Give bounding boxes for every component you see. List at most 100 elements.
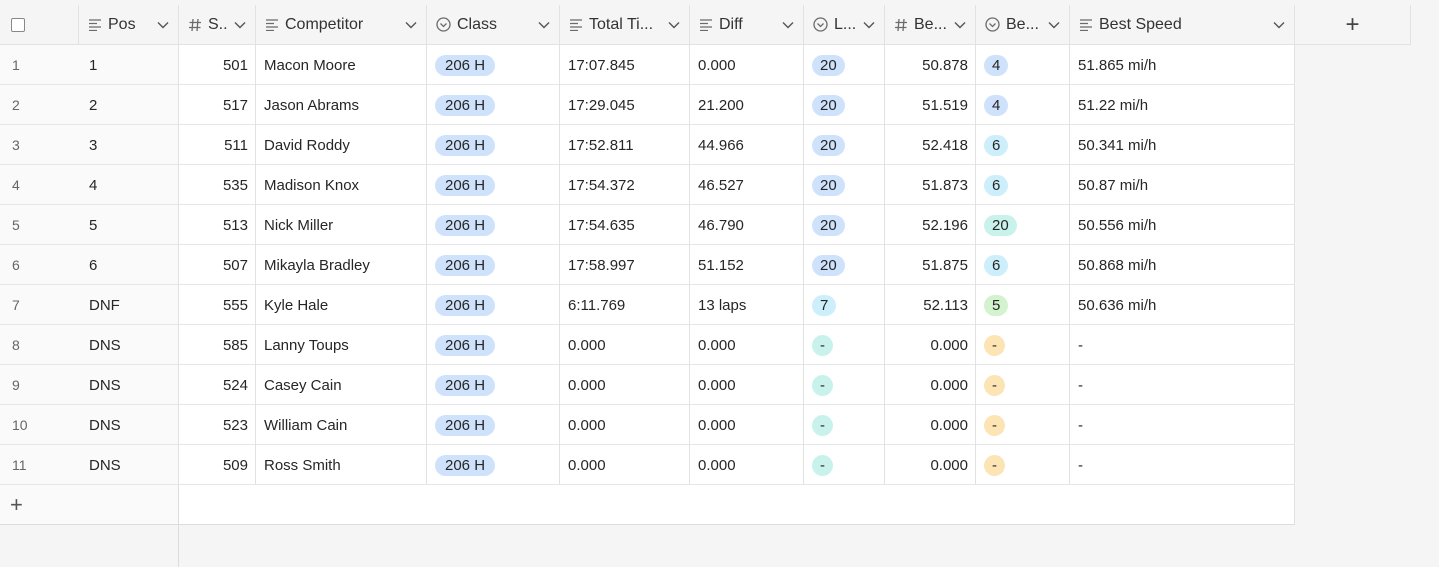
cell-laps[interactable]: 20 xyxy=(804,205,885,245)
cell-class[interactable]: 206 H xyxy=(427,405,560,445)
column-header-total[interactable]: Total Ti... xyxy=(560,5,690,45)
cell-best-lap-number[interactable]: 4 xyxy=(976,45,1070,85)
cell-best-lap[interactable]: 50.878 xyxy=(885,45,976,85)
cell-pos[interactable]: 3 xyxy=(79,125,179,165)
chevron-down-icon[interactable] xyxy=(858,21,880,29)
chevron-down-icon[interactable] xyxy=(152,21,174,29)
cell-best-lap-number[interactable]: 6 xyxy=(976,245,1070,285)
cell-best-speed[interactable]: 50.556 mi/h xyxy=(1070,205,1295,245)
cell-start-number[interactable]: 585 xyxy=(179,325,256,365)
cell-best-lap-number[interactable]: - xyxy=(976,325,1070,365)
cell-total-time[interactable]: 17:58.997 xyxy=(560,245,690,285)
cell-competitor[interactable]: Madison Knox xyxy=(256,165,427,205)
cell-laps[interactable]: 7 xyxy=(804,285,885,325)
chevron-down-icon[interactable] xyxy=(777,21,799,29)
cell-diff[interactable]: 44.966 xyxy=(690,125,804,165)
cell-competitor[interactable]: Nick Miller xyxy=(256,205,427,245)
cell-best-lap-number[interactable]: 6 xyxy=(976,125,1070,165)
cell-pos[interactable]: DNS xyxy=(79,365,179,405)
table-row[interactable]: 2 2 517 Jason Abrams 206 H 17:29.045 21.200 20 5… xyxy=(0,85,1295,125)
cell-start-number[interactable]: 524 xyxy=(179,365,256,405)
cell-laps[interactable]: - xyxy=(804,405,885,445)
cell-competitor[interactable]: Lanny Toups xyxy=(256,325,427,365)
cell-competitor[interactable]: Ross Smith xyxy=(256,445,427,485)
cell-class[interactable]: 206 H xyxy=(427,205,560,245)
cell-best-speed[interactable]: 50.87 mi/h xyxy=(1070,165,1295,205)
cell-laps[interactable]: 20 xyxy=(804,245,885,285)
cell-best-lap[interactable]: 0.000 xyxy=(885,445,976,485)
column-header-bestlapno[interactable]: Be... xyxy=(976,5,1070,45)
select-all-checkbox[interactable] xyxy=(11,17,25,32)
cell-diff[interactable]: 0.000 xyxy=(690,405,804,445)
add-row-button[interactable]: + xyxy=(0,485,179,525)
cell-pos[interactable]: 4 xyxy=(79,165,179,205)
chevron-down-icon[interactable] xyxy=(229,21,251,29)
cell-diff[interactable]: 46.790 xyxy=(690,205,804,245)
cell-total-time[interactable]: 0.000 xyxy=(560,405,690,445)
add-column-button[interactable]: + xyxy=(1295,5,1411,45)
cell-best-speed[interactable]: 50.868 mi/h xyxy=(1070,245,1295,285)
cell-start-number[interactable]: 513 xyxy=(179,205,256,245)
chevron-down-icon[interactable] xyxy=(1268,21,1290,29)
cell-best-lap[interactable]: 0.000 xyxy=(885,405,976,445)
cell-diff[interactable]: 21.200 xyxy=(690,85,804,125)
cell-best-lap-number[interactable]: 20 xyxy=(976,205,1070,245)
chevron-down-icon[interactable] xyxy=(1043,21,1065,29)
column-header-bestlap[interactable]: Be... xyxy=(885,5,976,45)
cell-start-number[interactable]: 555 xyxy=(179,285,256,325)
cell-pos[interactable]: 2 xyxy=(79,85,179,125)
cell-best-speed[interactable]: 50.636 mi/h xyxy=(1070,285,1295,325)
table-row[interactable]: 8 DNS 585 Lanny Toups 206 H 0.000 0.000-0.000-… xyxy=(0,325,1295,365)
cell-class[interactable]: 206 H xyxy=(427,325,560,365)
cell-total-time[interactable]: 17:52.811 xyxy=(560,125,690,165)
chevron-down-icon[interactable] xyxy=(949,21,971,29)
cell-best-speed[interactable]: - xyxy=(1070,405,1295,445)
column-header-class[interactable]: Class xyxy=(427,5,560,45)
cell-pos[interactable]: DNF xyxy=(79,285,179,325)
cell-pos[interactable]: DNS xyxy=(79,445,179,485)
cell-start-number[interactable]: 501 xyxy=(179,45,256,85)
cell-total-time[interactable]: 17:29.045 xyxy=(560,85,690,125)
chevron-down-icon[interactable] xyxy=(400,21,422,29)
cell-laps[interactable]: 20 xyxy=(804,45,885,85)
cell-class[interactable]: 206 H xyxy=(427,445,560,485)
cell-start-number[interactable]: 523 xyxy=(179,405,256,445)
cell-diff[interactable]: 0.000 xyxy=(690,445,804,485)
cell-class[interactable]: 206 H xyxy=(427,365,560,405)
table-row[interactable]: 9 DNS 524 Casey Cain 206 H 0.000 0.000-0.000- - xyxy=(0,365,1295,405)
cell-diff[interactable]: 46.527 xyxy=(690,165,804,205)
cell-total-time[interactable]: 0.000 xyxy=(560,445,690,485)
chevron-down-icon[interactable] xyxy=(663,21,685,29)
cell-start-number[interactable]: 507 xyxy=(179,245,256,285)
cell-pos[interactable]: DNS xyxy=(79,325,179,365)
cell-best-lap[interactable]: 0.000 xyxy=(885,365,976,405)
cell-best-lap[interactable]: 0.000 xyxy=(885,325,976,365)
cell-competitor[interactable]: David Roddy xyxy=(256,125,427,165)
cell-best-lap[interactable]: 52.196 xyxy=(885,205,976,245)
cell-pos[interactable]: 5 xyxy=(79,205,179,245)
cell-best-lap-number[interactable]: 5 xyxy=(976,285,1070,325)
cell-competitor[interactable]: Mikayla Bradley xyxy=(256,245,427,285)
column-header-pos[interactable]: Pos xyxy=(79,5,179,45)
table-row[interactable]: 4 4 535 Madison Knox 206 H 17:54.372 46.527 20 5… xyxy=(0,165,1295,205)
table-row[interactable]: 3 3 511 David Roddy 206 H 17:52.811 44.966 20 52… xyxy=(0,125,1295,165)
cell-class[interactable]: 206 H xyxy=(427,85,560,125)
cell-competitor[interactable]: Jason Abrams xyxy=(256,85,427,125)
cell-pos[interactable]: 1 xyxy=(79,45,179,85)
cell-best-lap-number[interactable]: 6 xyxy=(976,165,1070,205)
table-row[interactable]: 7 DNF 555 Kyle Hale 206 H 6:11.769 13 laps 7 52.… xyxy=(0,285,1295,325)
cell-pos[interactable]: DNS xyxy=(79,405,179,445)
cell-best-speed[interactable]: 51.22 mi/h xyxy=(1070,85,1295,125)
column-header-speed[interactable]: Best Speed xyxy=(1070,5,1295,45)
column-header-diff[interactable]: Diff xyxy=(690,5,804,45)
cell-start-number[interactable]: 517 xyxy=(179,85,256,125)
cell-total-time[interactable]: 17:54.635 xyxy=(560,205,690,245)
cell-class[interactable]: 206 H xyxy=(427,165,560,205)
cell-start-number[interactable]: 535 xyxy=(179,165,256,205)
cell-best-lap[interactable]: 52.113 xyxy=(885,285,976,325)
cell-diff[interactable]: 0.000 xyxy=(690,365,804,405)
cell-best-lap[interactable]: 52.418 xyxy=(885,125,976,165)
cell-competitor[interactable]: Macon Moore xyxy=(256,45,427,85)
cell-best-speed[interactable]: - xyxy=(1070,325,1295,365)
cell-best-lap-number[interactable]: - xyxy=(976,445,1070,485)
